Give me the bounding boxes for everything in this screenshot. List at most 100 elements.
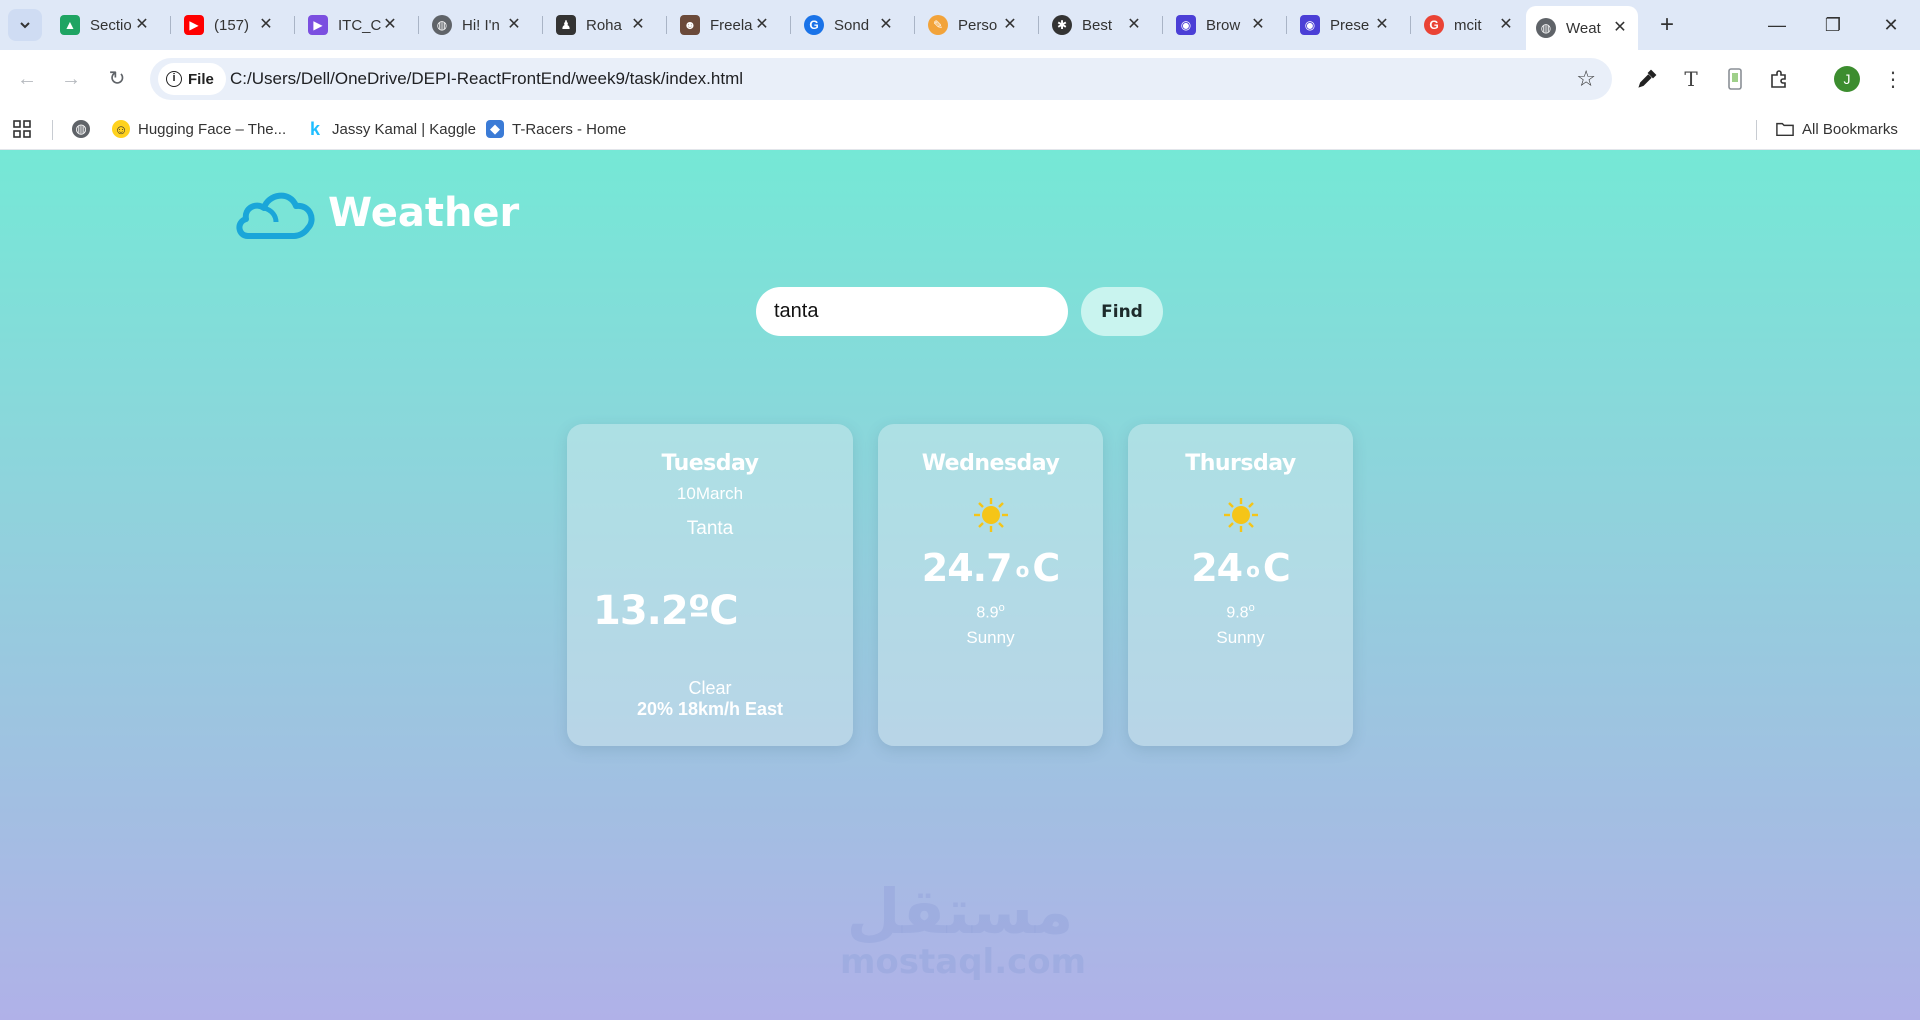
extensions-puzzle-icon[interactable] [1764,64,1794,94]
chevron-down-icon [20,22,30,29]
close-icon[interactable]: ✕ [506,17,522,33]
close-icon[interactable]: ✕ [1002,17,1018,33]
back-arrow-icon[interactable]: ← [12,64,42,94]
minimize-icon[interactable]: — [1762,10,1792,40]
tab-3[interactable]: ▶ ITC_C ✕ [298,6,408,44]
close-icon[interactable]: ✕ [134,17,150,33]
tab-separator [1410,16,1411,34]
openai-icon: ✱ [1052,15,1072,35]
bookmark-t-racers[interactable]: ◆ T-Racers - Home [486,118,626,140]
bookmark-label: T-Racers - Home [512,120,627,138]
menu-kebab-icon[interactable]: ⋮ [1878,64,1908,94]
tab-search-button[interactable] [8,9,42,41]
tab-2[interactable]: ▶ (157) ✕ [174,6,284,44]
close-icon[interactable]: ✕ [630,17,646,33]
tab-active-weather[interactable]: ◍ Weat ✕ [1526,6,1638,50]
close-icon[interactable]: ✕ [1250,17,1266,33]
text-extension-icon[interactable]: T [1676,64,1706,94]
apps-grid-icon[interactable] [12,118,32,140]
brand-header: Weather [234,186,519,240]
hugging-face-icon: ☺ [112,120,130,138]
tab-separator [542,16,543,34]
address-bar[interactable]: i File C:/Users/Dell/OneDrive/DEPI-React… [150,58,1612,100]
tab-separator [170,16,171,34]
max-temperature: 24 o C [1128,546,1353,590]
eyedropper-icon[interactable] [1632,64,1662,94]
bookmarks-bar: ◍ ☺ Hugging Face – The... k Jassy Kamal … [0,108,1920,150]
google-g-icon: G [804,15,824,35]
next-day-forecast-card: Wednesday 24.7 o C 8.9o Sunny [878,424,1103,746]
tab-title: Sectio [90,16,132,34]
tab-11[interactable]: ◉ Prese ✕ [1290,6,1400,44]
tab-1[interactable]: ▲ Sectio ✕ [50,6,160,44]
bookmark-star-icon[interactable]: ☆ [1576,66,1596,92]
degree-symbol: o [1015,558,1030,582]
bookmark-label: Jassy Kamal | Kaggle [332,120,476,138]
restore-icon[interactable]: ❐ [1818,10,1848,40]
bookmark-separator [1756,120,1757,140]
city-search-input[interactable] [756,287,1068,336]
tab-9[interactable]: ✱ Best ✕ [1042,6,1152,44]
min-temp-value: 9.8 [1226,604,1249,622]
tab-separator [1286,16,1287,34]
max-temperature: 24.7 o C [878,546,1103,590]
tab-separator [294,16,295,34]
sun-icon [973,498,1008,532]
tab-title: Sond [834,16,870,34]
tab-title: ITC_C [338,16,382,34]
close-icon[interactable]: ✕ [1612,20,1628,36]
close-icon[interactable]: ✕ [754,17,770,33]
bookmark-separator [52,120,53,140]
tab-separator [418,16,419,34]
close-icon[interactable]: ✕ [382,17,398,33]
forecast-date: 10March [676,484,744,503]
all-bookmarks-label: All Bookmarks [1802,120,1898,138]
close-icon[interactable]: ✕ [878,17,894,33]
forward-arrow-icon[interactable]: → [56,64,86,94]
tab-separator [1038,16,1039,34]
phone-icon[interactable] [1720,64,1750,94]
reload-icon[interactable]: ↻ [102,64,132,94]
cloud-icon [236,192,315,239]
url-text[interactable]: C:/Users/Dell/OneDrive/DEPI-ReactFrontEn… [230,69,743,89]
close-window-icon[interactable]: ✕ [1876,10,1906,40]
tab-6[interactable]: ☻ Freela ✕ [670,6,780,44]
browser-toolbar: ← → ↻ i File C:/Users/Dell/OneDrive/DEPI… [0,50,1920,108]
close-icon[interactable]: ✕ [1374,17,1390,33]
globe-bookmark[interactable]: ◍ [72,118,98,140]
google-drive-icon: ▲ [60,15,80,35]
tab-title: mcit [1454,16,1482,34]
min-temperature: 9.8o [1128,602,1353,622]
new-tab-button[interactable]: + [1652,10,1682,40]
forecast-condition: Sunny [1216,628,1265,648]
find-button[interactable]: Find [1081,287,1163,336]
forecast-condition: Sunny [966,628,1015,648]
tab-12[interactable]: G mcit ✕ [1414,6,1524,44]
tab-8[interactable]: ✎ Perso ✕ [918,6,1028,44]
close-icon[interactable]: ✕ [258,17,274,33]
close-icon[interactable]: ✕ [1126,17,1142,33]
youtube-icon: ▶ [184,15,204,35]
globe-icon: ◍ [72,120,90,138]
t-racers-icon: ◆ [486,120,504,138]
all-bookmarks-button[interactable]: All Bookmarks [1776,118,1898,140]
tab-separator [1162,16,1163,34]
tab-title: Weat [1566,19,1601,37]
forecast-day: Wednesday [921,451,1060,476]
close-icon[interactable]: ✕ [1498,17,1514,33]
degree-symbol: o [1248,602,1255,614]
tab-4[interactable]: ◍ Hi! I'n ✕ [422,6,532,44]
tab-separator [914,16,915,34]
profile-avatar[interactable]: J [1834,66,1860,92]
temp-unit: C [1262,546,1291,590]
tab-7[interactable]: G Sond ✕ [794,6,904,44]
site-info-chip[interactable]: i File [158,63,226,95]
degree-symbol: o [1246,558,1260,582]
tab-5[interactable]: ♟ Roha ✕ [546,6,656,44]
temp-unit: C [1032,546,1060,590]
bookmark-hugging-face[interactable]: ☺ Hugging Face – The... [112,118,286,140]
google-g-icon: G [1424,15,1444,35]
forecast-condition: Clear [688,678,732,698]
tab-10[interactable]: ◉ Brow ✕ [1166,6,1276,44]
bookmark-kaggle[interactable]: k Jassy Kamal | Kaggle [306,118,476,140]
